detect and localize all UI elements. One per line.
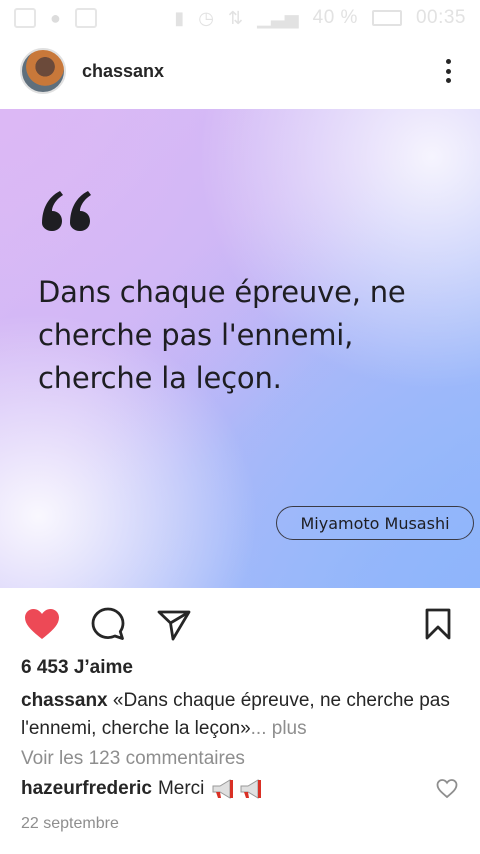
comment-username[interactable]: hazeurfrederic (21, 778, 152, 800)
caption-more-link[interactable]: ... plus (251, 718, 307, 739)
status-bar: ● ▮ ◷ ⇅ ▁▃▅ 40 % 00:35 (0, 0, 480, 36)
avatar[interactable] (20, 48, 66, 94)
image-icon (74, 8, 97, 28)
caption-username[interactable]: chassanx (21, 690, 108, 711)
signal-icon: ▁▃▅ (257, 7, 299, 28)
status-bar-left: ● (14, 8, 97, 29)
post-username[interactable]: chassanx (82, 61, 164, 82)
status-bar-right: ▮ ◷ ⇅ ▁▃▅ 40 % 00:35 (174, 7, 466, 29)
bookmark-icon (425, 608, 451, 640)
android-icon: ● (50, 7, 61, 28)
battery-percent: 40 % (312, 7, 358, 28)
comment-heart-outline-icon[interactable] (436, 778, 458, 800)
battery-icon (371, 10, 402, 26)
post-image[interactable]: Dans chaque épreuve, ne cherche pas l'en… (0, 109, 480, 588)
quote-mark-icon (42, 191, 91, 231)
megaphone-emoji-icon (240, 779, 262, 799)
comment-bubble-icon (91, 607, 125, 640)
like-button[interactable] (22, 604, 62, 644)
post-date: 22 septembre (21, 815, 119, 832)
quote-text: Dans chaque épreuve, ne cherche pas l'en… (38, 275, 406, 395)
author-label: Miyamoto Musashi (276, 506, 474, 540)
vibrate-icon: ▮ (174, 7, 185, 28)
heart-filled-icon (25, 609, 59, 639)
screenshot-icon (14, 8, 36, 28)
save-button[interactable] (418, 604, 458, 644)
comment-button[interactable] (88, 604, 128, 644)
data-transfer-icon: ⇅ (228, 7, 244, 28)
clock: 00:35 (415, 7, 466, 28)
view-comments-link[interactable]: Voir les 123 commentaires (21, 748, 245, 770)
caption: chassanx «Dans chaque épreuve, ne cherch… (21, 687, 461, 743)
more-options-icon[interactable] (436, 56, 460, 86)
likes-count[interactable]: 6 453 J’aime (21, 657, 133, 679)
alarm-icon: ◷ (198, 7, 215, 28)
comment-row: hazeurfrederic Merci (21, 778, 461, 800)
post-header: chassanx (0, 36, 480, 106)
share-button[interactable] (154, 604, 194, 644)
paper-plane-icon (157, 610, 191, 641)
comment-text: Merci (157, 778, 205, 799)
megaphone-emoji-icon (212, 779, 234, 799)
post-actions (0, 600, 480, 648)
